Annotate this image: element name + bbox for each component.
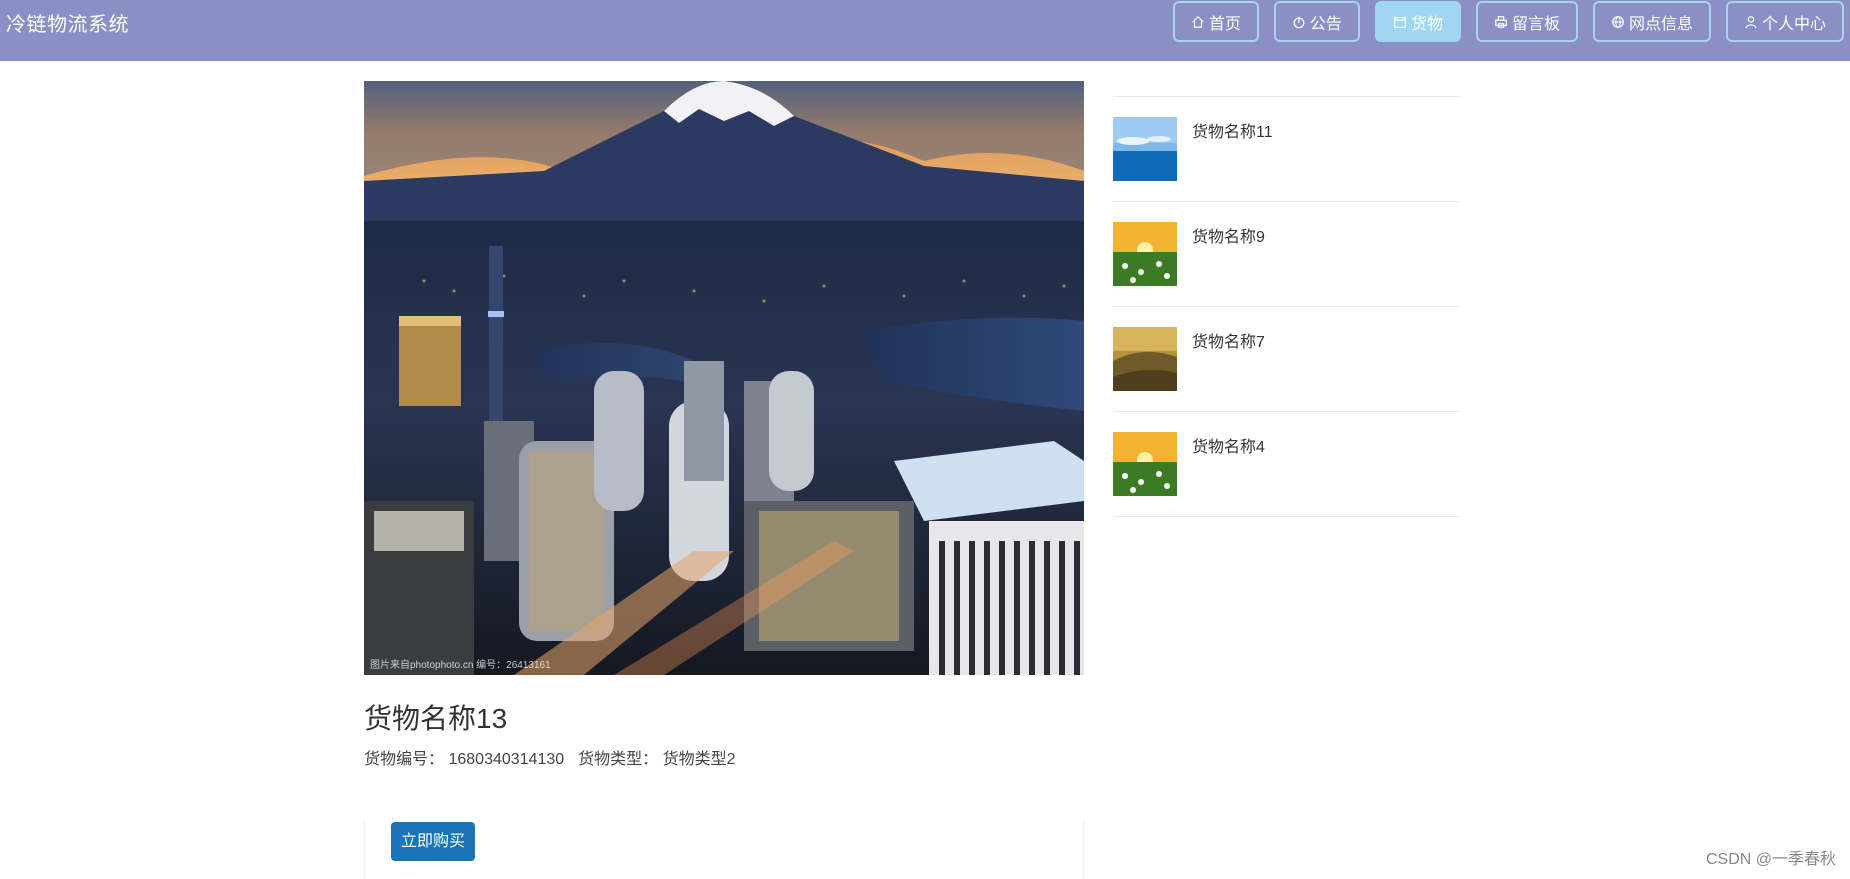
buy-now-button[interactable]: 立即购买: [391, 822, 476, 861]
nav-personal-center-label: 个人中心: [1761, 15, 1826, 33]
csdn-watermark: CSDN @一季春秋: [1705, 851, 1836, 868]
calendar-icon: [1394, 16, 1406, 28]
product-title: 货物名称13: [364, 703, 508, 734]
globe-icon: [1612, 15, 1624, 28]
product-type: 货物类型： 货物类型2: [578, 745, 735, 769]
product-code-label: 货物编号：: [364, 751, 445, 768]
product-code-value: 1680340314130: [448, 751, 565, 768]
hill-sunset-image: [1113, 327, 1177, 391]
nav-notice-label: 公告: [1309, 15, 1342, 33]
home-icon: [1192, 15, 1204, 28]
nav-outlet-info-label: 网点信息: [1628, 15, 1693, 33]
product-type-value: 货物类型2: [662, 751, 736, 768]
flower-field-image: [1113, 222, 1177, 286]
related-thumb-hill[interactable]: [1113, 327, 1177, 391]
related-item[interactable]: 货物名称7: [1113, 307, 1459, 412]
nav-message-board-label: 留言板: [1511, 15, 1560, 33]
flower-field-image: [1113, 432, 1177, 496]
product-main-image: 图片来自photophoto.cn 编号：26413161: [364, 81, 1084, 675]
related-item[interactable]: 货物名称11: [1113, 97, 1459, 202]
related-item[interactable]: 货物名称9: [1113, 202, 1459, 307]
related-thumb-flowers[interactable]: [1113, 432, 1177, 496]
image-caption: 图片来自photophoto.cn 编号：26413161: [370, 660, 551, 671]
nav-message-board[interactable]: 留言板: [1475, 1, 1578, 42]
nav-notice[interactable]: 公告: [1273, 1, 1360, 42]
city-night-image: [364, 81, 1084, 675]
related-thumb-sea[interactable]: [1113, 117, 1177, 181]
product-code: 货物编号： 1680340314130: [364, 745, 564, 769]
related-item[interactable]: 货物名称4: [1113, 412, 1459, 517]
site-brand[interactable]: 冷链物流系统: [6, 8, 129, 37]
related-name[interactable]: 货物名称9: [1192, 223, 1265, 247]
nav-home[interactable]: 首页: [1172, 1, 1259, 42]
power-icon: [1293, 16, 1305, 28]
nav-personal-center[interactable]: 个人中心: [1725, 1, 1844, 42]
user-icon: [1745, 15, 1757, 28]
top-header: 冷链物流系统 首页 公告 货物 留言板 网点信息 个人中心: [0, 0, 1850, 61]
printer-icon: [1495, 15, 1507, 28]
related-name[interactable]: 货物名称7: [1192, 328, 1265, 352]
related-goods-list: 货物名称11 货物名称9 货物名称7 货物名称4: [1113, 96, 1459, 517]
main-nav: 首页 公告 货物 留言板 网点信息 个人中心: [1172, 0, 1844, 43]
nav-goods-label: 货物: [1410, 15, 1443, 33]
product-meta: 货物编号： 1680340314130 货物类型： 货物类型2: [364, 745, 736, 769]
related-name[interactable]: 货物名称4: [1192, 433, 1265, 457]
nav-home-label: 首页: [1208, 15, 1241, 33]
product-type-label: 货物类型：: [578, 751, 659, 768]
nav-outlet-info[interactable]: 网点信息: [1592, 1, 1711, 42]
related-name[interactable]: 货物名称11: [1192, 118, 1273, 142]
nav-goods[interactable]: 货物: [1374, 1, 1461, 42]
related-thumb-flowers[interactable]: [1113, 222, 1177, 286]
buy-section: 立即购买: [364, 820, 1084, 879]
sea-sky-image: [1113, 117, 1177, 181]
